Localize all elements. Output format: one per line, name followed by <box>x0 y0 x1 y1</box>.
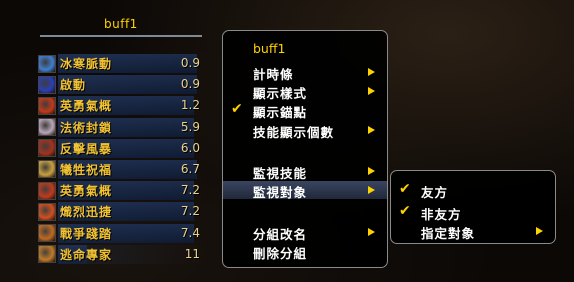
buff-name: 英勇氣概 <box>60 184 113 199</box>
spell-icon <box>38 118 56 137</box>
buff-bar: 熾烈迅捷 7.2 <box>38 202 204 222</box>
submenu: ✔ 友方 ✔ 非友方 指定對象 <box>390 170 556 244</box>
spell-icon <box>38 245 56 264</box>
menu-item-rename-group[interactable]: 分組改名 <box>223 223 387 242</box>
menu-item-skill-count[interactable]: 技能顯示個數 <box>223 121 387 140</box>
buff-time: 6.0 <box>180 140 200 155</box>
buff-bar: 英勇氣概 1.2 <box>38 96 204 116</box>
spell-icon <box>38 181 56 200</box>
submenu-arrow-icon <box>368 68 375 76</box>
menu-item-label: 友方 <box>421 185 449 200</box>
buff-bar: 法術封鎖 5.9 <box>38 117 204 137</box>
menu-item-label: 非友方 <box>421 207 462 222</box>
buff-name: 英勇氣概 <box>60 99 113 114</box>
buff-time: 0.9 <box>180 77 200 92</box>
buff-bar: 啟動 0.9 <box>38 75 204 95</box>
menu-title: buff1 <box>253 41 286 56</box>
spell-icon <box>38 160 56 179</box>
buff-bar: 冰寒脈動 0.9 <box>38 54 204 73</box>
menu-item-label: 監視技能 <box>253 166 308 181</box>
menu-item-label: 技能顯示個數 <box>253 125 335 140</box>
spell-icon <box>38 139 56 158</box>
buff-time: 11 <box>184 246 200 261</box>
checkmark-icon: ✔ <box>399 181 412 197</box>
menu-item-label: 監視對象 <box>253 185 308 200</box>
submenu-arrow-icon <box>368 87 375 95</box>
submenu-item-specific-target[interactable]: 指定對象 <box>391 222 555 241</box>
menu-item-delete-group[interactable]: 刪除分組 <box>223 242 387 261</box>
buff-name: 熾烈迅捷 <box>60 205 113 220</box>
buff-time: 0.9 <box>180 56 200 70</box>
submenu-arrow-icon <box>368 126 375 134</box>
buff-time: 6.7 <box>180 161 200 176</box>
menu-item-label: 分組改名 <box>253 227 308 242</box>
buff-bar: 戰爭踐踏 7.4 <box>38 223 204 243</box>
buff-bar: 反擊風暴 6.0 <box>38 138 204 158</box>
spell-icon <box>38 202 56 221</box>
menu-item-show-anchor[interactable]: ✔ 顯示錨點 <box>223 101 387 120</box>
menu-item-timer-bar[interactable]: 計時條 <box>223 63 387 82</box>
checkmark-icon: ✔ <box>399 203 412 219</box>
buff-bar: 英勇氣概 7.2 <box>38 181 204 201</box>
menu-item-label: 顯示樣式 <box>253 86 308 101</box>
buff-name: 犧牲祝福 <box>60 162 113 177</box>
buff-name: 戰爭踐踏 <box>60 226 113 241</box>
spell-icon <box>38 75 56 94</box>
buff-bar: 犧牲祝福 6.7 <box>38 159 204 179</box>
buff-time: 7.4 <box>180 225 200 240</box>
menu-item-display-style[interactable]: 顯示樣式 <box>223 82 387 101</box>
buff-time: 5.9 <box>180 119 200 134</box>
checkmark-icon: ✔ <box>231 101 244 117</box>
menu-item-label: 顯示錨點 <box>253 105 308 120</box>
buff-bar: 逃命專家 11 <box>38 244 204 264</box>
spell-icon <box>38 54 56 73</box>
spell-icon <box>38 224 56 242</box>
menu-item-watch-skill[interactable]: 監視技能 <box>223 162 387 181</box>
buff-bars: 冰寒脈動 0.9 啟動 0.9 英勇氣概 1.2 法術封鎖 5.9 反擊風暴 6.0 犧牲… <box>38 54 204 266</box>
menu-item-watch-target[interactable]: 監視對象 <box>223 181 387 200</box>
submenu-arrow-icon <box>368 186 375 194</box>
buff-name: 逃命專家 <box>60 247 113 262</box>
buff-time: 7.2 <box>180 204 200 219</box>
menu-item-label: 刪除分組 <box>253 246 308 261</box>
buff-name: 啟動 <box>60 78 87 93</box>
submenu-arrow-icon <box>368 228 375 236</box>
buff-name: 反擊風暴 <box>60 141 113 156</box>
frame-title: buff1 <box>104 17 138 31</box>
buff-time: 7.2 <box>180 183 200 198</box>
buff-name: 冰寒脈動 <box>60 57 113 71</box>
spell-icon <box>38 96 56 115</box>
menu-item-label: 計時條 <box>253 67 294 82</box>
buff-time: 1.2 <box>180 98 200 113</box>
menu-item-label: 指定對象 <box>421 226 476 241</box>
frame-top-bar[interactable] <box>40 35 202 37</box>
submenu-item-friendly[interactable]: ✔ 友方 <box>391 181 555 200</box>
submenu-arrow-icon <box>368 167 375 175</box>
submenu-item-hostile[interactable]: ✔ 非友方 <box>391 203 555 222</box>
buff-name: 法術封鎖 <box>60 120 113 135</box>
submenu-arrow-icon <box>536 227 543 235</box>
context-menu: buff1 計時條 顯示樣式 ✔ 顯示錨點 技能顯示個數 監視技能 監視對象 分組… <box>222 30 388 268</box>
